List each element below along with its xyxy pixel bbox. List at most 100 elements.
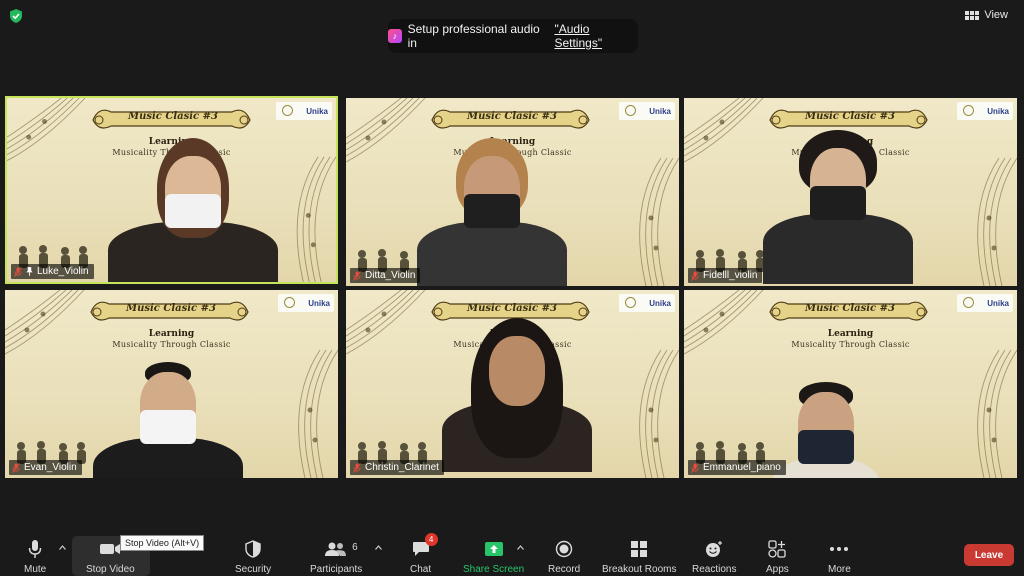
logo-text: Unika	[308, 298, 330, 308]
more-button[interactable]: More	[828, 538, 851, 575]
banner-tagline: Musicality Through Classic	[112, 340, 231, 349]
banner-title: Music Clasic #3	[805, 303, 895, 314]
share-screen-button[interactable]: Share Screen	[463, 538, 524, 575]
encryption-shield-icon[interactable]	[8, 8, 24, 24]
share-screen-label: Share Screen	[463, 564, 525, 575]
unika-logo: Unika	[619, 102, 675, 120]
participant-name: Emmanuel_piano	[703, 462, 781, 473]
music-note-icon: ♪	[388, 29, 402, 43]
video-camera-icon	[100, 544, 121, 554]
breakout-rooms-label: Breakout Rooms	[602, 564, 677, 575]
participant-name: Evan_Violin	[24, 462, 77, 473]
mute-label: Mute	[24, 564, 47, 575]
banner-title: Music Clasic #3	[128, 111, 218, 122]
unika-logo: Unika	[619, 294, 675, 312]
chat-label: Chat	[410, 564, 432, 575]
grid-view-icon	[965, 10, 980, 20]
notice-text: Setup professional audio in	[407, 22, 540, 50]
participants-label: Participants	[310, 564, 363, 575]
record-label: Record	[548, 564, 581, 575]
participants-button[interactable]: 6 Participants	[310, 538, 362, 575]
banner-tagline: Musicality Through Classic	[791, 340, 910, 349]
audio-settings-notice: ♪ Setup professional audio in "Audio Set…	[388, 19, 638, 53]
view-button[interactable]: View	[961, 6, 1012, 24]
logo-text: Unika	[649, 106, 671, 116]
banner-subtitle: Learning	[827, 329, 874, 339]
apps-label: Apps	[766, 564, 789, 575]
participants-count: 6	[352, 542, 358, 553]
banner-subtitle: Learning	[148, 137, 195, 147]
banner-title: Music Clasic #3	[467, 111, 557, 122]
apps-icon	[768, 540, 787, 558]
seal-icon	[284, 297, 295, 308]
banner-title: Music Clasic #3	[467, 303, 557, 314]
chat-button[interactable]: 4 Chat	[410, 533, 438, 575]
more-label: More	[828, 564, 851, 575]
mic-muted-icon	[12, 462, 20, 473]
banner-title: Music Clasic #3	[126, 303, 216, 314]
seal-icon	[282, 105, 293, 116]
video-tile-4[interactable]: Music Clasic #3 Learning Musicality Thro…	[5, 290, 338, 478]
participant-name: Fidelll_violin	[703, 270, 758, 281]
mute-button[interactable]: Mute	[24, 538, 46, 575]
microphone-icon	[28, 540, 42, 558]
participant-name: Christin_Clarinet	[365, 462, 439, 473]
pin-icon	[26, 267, 33, 276]
mute-options-caret[interactable]	[59, 545, 66, 550]
participant-name-label: Christin_Clarinet	[350, 460, 444, 475]
breakout-rooms-icon	[631, 541, 648, 557]
breakout-rooms-button[interactable]: Breakout Rooms	[602, 538, 676, 575]
mic-muted-icon	[691, 270, 699, 281]
seal-icon	[963, 297, 974, 308]
apps-button[interactable]: Apps	[766, 538, 789, 575]
participant-name-label: Luke_Violin	[11, 264, 94, 279]
stop-video-label: Stop Video	[86, 564, 135, 575]
seal-icon	[963, 105, 974, 116]
participant-name-label: Evan_Violin	[9, 460, 82, 475]
participants-icon	[325, 542, 347, 556]
seal-icon	[625, 105, 636, 116]
unika-logo: Unika	[276, 102, 332, 120]
share-screen-icon	[484, 542, 503, 556]
banner-subtitle: Learning	[148, 329, 195, 339]
participants-options-caret[interactable]	[375, 545, 382, 550]
logo-text: Unika	[306, 106, 328, 116]
security-label: Security	[235, 564, 272, 575]
reactions-label: Reactions	[692, 564, 737, 575]
more-dots-icon	[830, 547, 849, 551]
participant-name-label: Ditta_Violin	[350, 268, 421, 283]
unika-logo: Unika	[957, 294, 1013, 312]
smiley-plus-icon	[706, 541, 723, 557]
leave-button[interactable]: Leave	[964, 544, 1014, 566]
mic-muted-icon	[353, 270, 361, 281]
mic-muted-icon	[353, 462, 361, 473]
participant-name: Luke_Violin	[37, 266, 89, 277]
banner-title: Music Clasic #3	[805, 111, 895, 122]
stop-video-tooltip: Stop Video (Alt+V)	[120, 535, 205, 551]
video-tile-3[interactable]: Music Clasic #3 Learning Musicality Thro…	[684, 98, 1017, 286]
chat-unread-badge: 4	[424, 533, 438, 546]
view-label: View	[984, 9, 1008, 21]
participant-name: Ditta_Violin	[365, 270, 416, 281]
video-tile-5[interactable]: Music Clasic #3 Learning Musicality Thro…	[346, 290, 679, 478]
security-button[interactable]: Security	[235, 538, 271, 575]
record-icon	[555, 540, 573, 558]
participant-name-label: Emmanuel_piano	[688, 460, 786, 475]
logo-text: Unika	[987, 106, 1009, 116]
unika-logo: Unika	[278, 294, 334, 312]
reactions-button[interactable]: Reactions	[692, 538, 736, 575]
record-button[interactable]: Record	[548, 538, 580, 575]
seal-icon	[625, 297, 636, 308]
security-shield-icon	[245, 540, 261, 558]
video-tile-2[interactable]: Music Clasic #3 Learning Musicality Thro…	[346, 98, 679, 286]
share-options-caret[interactable]	[517, 545, 524, 550]
mic-muted-icon	[14, 266, 22, 277]
unika-logo: Unika	[957, 102, 1013, 120]
logo-text: Unika	[987, 298, 1009, 308]
video-tile-6[interactable]: Music Clasic #3 Learning Musicality Thro…	[684, 290, 1017, 478]
audio-settings-link[interactable]: "Audio Settings"	[554, 22, 638, 50]
logo-text: Unika	[649, 298, 671, 308]
participant-name-label: Fidelll_violin	[688, 268, 763, 283]
mic-muted-icon	[691, 462, 699, 473]
video-tile-1[interactable]: Music Clasic #3 Learning Musicality Thro…	[5, 96, 338, 284]
